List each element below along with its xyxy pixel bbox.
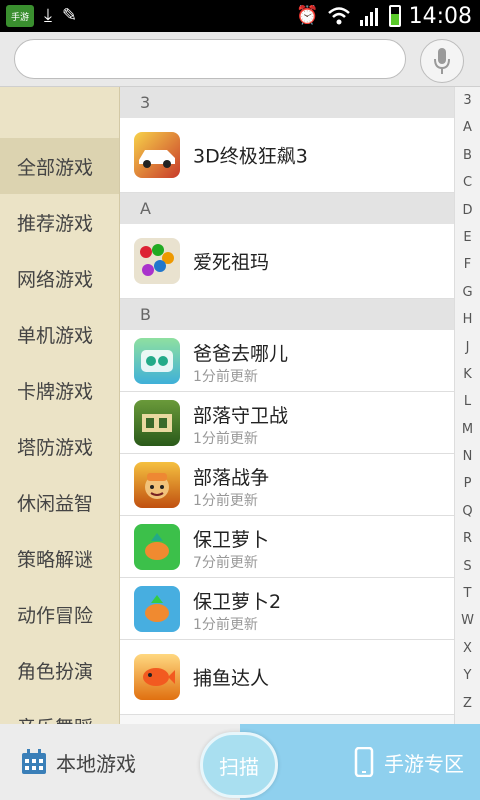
zuma-marbles-icon — [134, 238, 180, 284]
app-name: 捕鱼达人 — [193, 667, 270, 690]
index-letter[interactable]: M — [455, 416, 480, 443]
index-letter[interactable]: B — [455, 142, 480, 169]
index-letter[interactable]: Q — [455, 498, 480, 525]
list-item[interactable]: 保卫萝卜 7分前更新 — [120, 516, 454, 578]
father-where-icon — [134, 337, 180, 384]
list-item[interactable]: 爸爸去哪儿 1分前更新 — [120, 330, 454, 392]
list-item[interactable]: 爱死祖玛 — [120, 224, 454, 299]
search-input[interactable] — [14, 39, 406, 79]
list-item[interactable]: 保卫萝卜2 1分前更新 — [120, 578, 454, 640]
sidebar-item-action[interactable]: 动作冒险 — [0, 586, 119, 642]
update-time: 7分前更新 — [193, 555, 258, 571]
pen-icon: ✎ — [61, 5, 78, 26]
app-name: 爱死祖玛 — [193, 251, 270, 274]
tribe-guard-icon — [134, 399, 180, 446]
fishing-icon — [134, 654, 180, 700]
search-bar — [0, 32, 480, 87]
sidebar-item-card[interactable]: 卡牌游戏 — [0, 362, 119, 418]
app-name: 部落守卫战 — [193, 405, 289, 427]
racing-car-icon — [134, 132, 180, 178]
sidebar-item-tower-defense[interactable]: 塔防游戏 — [0, 418, 119, 474]
index-letter[interactable]: E — [455, 224, 480, 251]
game-list: 3 3D终极狂飙3 A 爱死祖玛 B 爸爸去哪儿 1分前更新 部落守卫战 1分前… — [120, 87, 454, 724]
category-sidebar: 全部游戏 推荐游戏 网络游戏 单机游戏 卡牌游戏 塔防游戏 休闲益智 策略解谜 … — [0, 87, 120, 724]
alphabet-index[interactable]: 3 A B C D E F G H J K L M N P Q R S T W … — [454, 87, 480, 724]
index-letter[interactable]: J — [455, 334, 480, 361]
app-name: 保卫萝卜 — [193, 529, 270, 551]
app-name: 部落战争 — [193, 467, 270, 489]
update-time: 1分前更新 — [193, 617, 258, 633]
carrot2-icon — [134, 585, 180, 632]
index-letter[interactable]: A — [455, 114, 480, 141]
app-badge-icon: 手游 — [6, 5, 34, 27]
scan-button[interactable]: 扫描 — [200, 732, 278, 798]
update-time: 1分前更新 — [193, 431, 258, 447]
voice-search-button[interactable] — [420, 39, 464, 83]
index-letter[interactable]: W — [455, 607, 480, 634]
index-letter[interactable]: Z — [455, 690, 480, 717]
list-item[interactable]: 捕鱼达人 — [120, 640, 454, 715]
sidebar-item-all[interactable]: 全部游戏 — [0, 138, 119, 194]
update-time: 1分前更新 — [193, 369, 258, 385]
clash-clans-icon — [134, 461, 180, 508]
status-bar: 手游 ⤓ ✎ ⏰ 14:08 — [0, 0, 480, 32]
sidebar-item-casual[interactable]: 休闲益智 — [0, 474, 119, 530]
phone-icon — [354, 747, 374, 777]
index-letter[interactable]: F — [455, 251, 480, 278]
sidebar-item-music[interactable]: 音乐舞蹈 — [0, 698, 119, 725]
update-time: 1分前更新 — [193, 493, 258, 509]
section-header: A — [120, 193, 454, 224]
app-name: 保卫萝卜2 — [193, 591, 282, 613]
microphone-icon — [434, 48, 450, 74]
index-letter[interactable]: N — [455, 443, 480, 470]
wifi-icon — [327, 7, 350, 25]
index-letter[interactable]: S — [455, 553, 480, 580]
alarm-icon: ⏰ — [296, 5, 319, 26]
download-icon: ⤓ — [44, 5, 52, 26]
signal-icon — [359, 8, 378, 26]
index-letter[interactable]: P — [455, 470, 480, 497]
mobile-game-zone-label: 手游专区 — [384, 751, 464, 776]
sidebar-item-online[interactable]: 网络游戏 — [0, 250, 119, 306]
section-header: B — [120, 299, 454, 330]
sidebar-item-standalone[interactable]: 单机游戏 — [0, 306, 119, 362]
section-header: 3 — [120, 87, 454, 118]
calendar-icon — [22, 749, 46, 774]
index-letter[interactable]: T — [455, 580, 480, 607]
battery-icon — [388, 5, 401, 27]
index-letter[interactable]: Y — [455, 662, 480, 689]
carrot-icon — [134, 523, 180, 570]
index-letter[interactable]: 3 — [455, 87, 480, 114]
list-item[interactable]: 部落守卫战 1分前更新 — [120, 392, 454, 454]
index-letter[interactable]: H — [455, 306, 480, 333]
clock: 14:08 — [408, 3, 472, 29]
sidebar-item-rpg[interactable]: 角色扮演 — [0, 642, 119, 698]
list-item[interactable]: 3D终极狂飙3 — [120, 118, 454, 193]
index-letter[interactable]: R — [455, 525, 480, 552]
index-letter[interactable]: C — [455, 169, 480, 196]
app-name: 爸爸去哪儿 — [193, 343, 289, 365]
index-letter[interactable]: L — [455, 388, 480, 415]
index-letter[interactable]: G — [455, 279, 480, 306]
index-letter[interactable]: D — [455, 197, 480, 224]
local-games-label: 本地游戏 — [56, 751, 136, 776]
index-letter[interactable]: K — [455, 361, 480, 388]
list-item[interactable]: 部落战争 1分前更新 — [120, 454, 454, 516]
app-name: 3D终极狂飙3 — [193, 145, 308, 168]
sidebar-item-recommended[interactable]: 推荐游戏 — [0, 194, 119, 250]
sidebar-item-strategy[interactable]: 策略解谜 — [0, 530, 119, 586]
index-letter[interactable]: X — [455, 635, 480, 662]
